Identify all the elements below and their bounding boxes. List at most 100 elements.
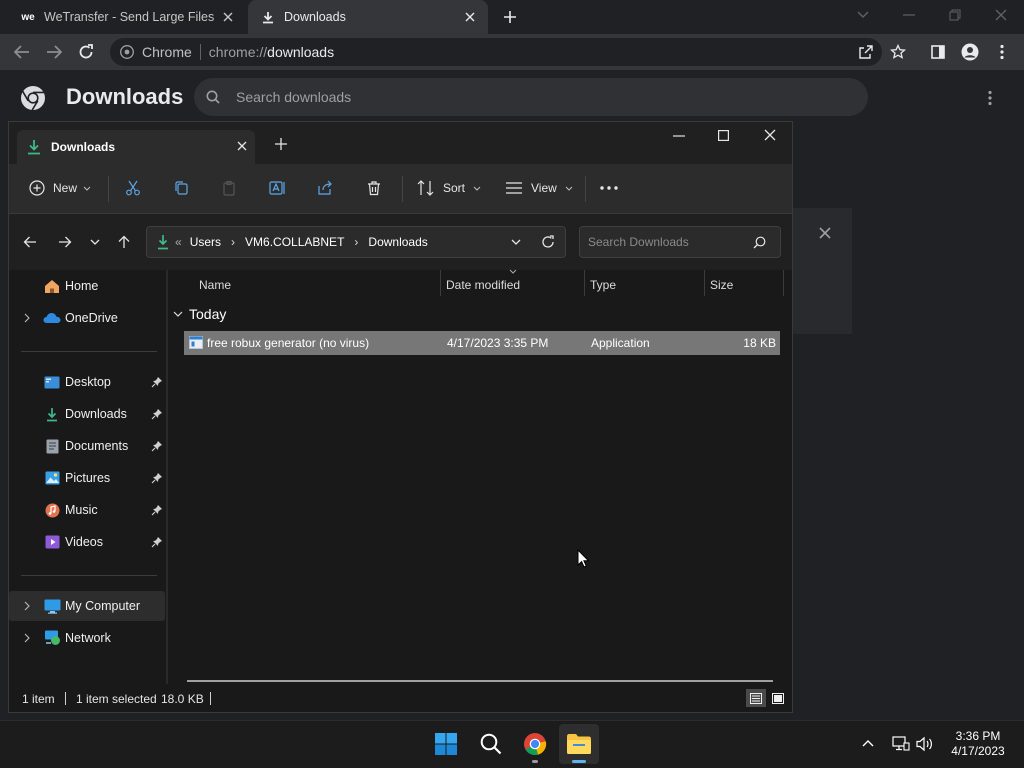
windows-start-icon[interactable] xyxy=(426,724,466,764)
nav-item-music[interactable]: Music xyxy=(9,495,165,525)
maximize-button[interactable] xyxy=(718,130,729,141)
horizontal-scrollbar[interactable] xyxy=(187,680,773,682)
share-icon[interactable] xyxy=(854,40,878,64)
more-options-icon[interactable] xyxy=(600,172,620,204)
chrome-menu-icon[interactable] xyxy=(990,40,1014,64)
forward-icon[interactable] xyxy=(42,40,66,64)
chevron-right-icon[interactable] xyxy=(19,633,35,643)
remove-download-icon[interactable] xyxy=(819,227,831,239)
profile-icon[interactable] xyxy=(958,40,982,64)
close-icon[interactable] xyxy=(216,5,240,29)
nav-label: Documents xyxy=(65,439,129,453)
pane-splitter[interactable] xyxy=(166,270,168,684)
back-icon[interactable] xyxy=(23,236,37,248)
breadcrumb-item[interactable]: Users xyxy=(190,235,221,249)
nav-item-downloads[interactable]: Downloads xyxy=(9,399,165,429)
paste-icon[interactable] xyxy=(221,172,241,204)
nav-item-onedrive[interactable]: OneDrive xyxy=(9,303,165,333)
minimize-button[interactable] xyxy=(673,135,685,137)
group-label: Today xyxy=(189,306,227,322)
chevron-down-icon[interactable] xyxy=(511,239,521,245)
nav-item-videos[interactable]: Videos xyxy=(9,527,165,557)
chrome-taskbar-icon[interactable] xyxy=(515,724,555,764)
column-header-type[interactable]: Type xyxy=(590,273,616,297)
delete-icon[interactable] xyxy=(366,172,386,204)
downloads-menu-icon[interactable] xyxy=(988,90,992,106)
column-header-label: Date modified xyxy=(446,278,521,292)
show-hidden-icons-chevron-icon[interactable] xyxy=(862,739,874,747)
restore-button[interactable] xyxy=(932,0,978,30)
new-button[interactable]: New xyxy=(29,172,91,204)
nav-label: Pictures xyxy=(65,471,111,485)
chrome-tab-downloads[interactable]: Downloads xyxy=(248,0,488,34)
refresh-icon[interactable] xyxy=(541,235,555,249)
pin-icon xyxy=(151,536,163,548)
overflow-chevrons-icon[interactable]: « xyxy=(175,235,182,249)
nav-label: Videos xyxy=(65,535,103,549)
close-window-button[interactable] xyxy=(764,129,776,141)
group-header-today[interactable]: Today xyxy=(173,303,226,325)
search-input[interactable]: Search Downloads xyxy=(579,226,781,258)
cut-icon[interactable] xyxy=(125,172,145,204)
column-header-size[interactable]: Size xyxy=(710,273,733,297)
volume-icon[interactable] xyxy=(916,736,934,752)
table-row[interactable]: free robux generator (no virus) 4/17/202… xyxy=(184,331,780,355)
nav-label: OneDrive xyxy=(65,311,118,325)
tab-search-icon[interactable] xyxy=(840,0,886,30)
sort-icon xyxy=(417,180,435,196)
chrome-tab-wetransfer[interactable]: we WeTransfer - Send Large Files & Share… xyxy=(8,0,246,34)
column-header-label: Name xyxy=(199,278,232,292)
search-icon xyxy=(206,90,220,104)
nav-label: Network xyxy=(65,631,111,645)
breadcrumb-item[interactable]: Downloads xyxy=(368,235,427,249)
minimize-button[interactable] xyxy=(886,0,932,30)
new-tab-icon[interactable] xyxy=(275,138,287,150)
view-button[interactable]: View xyxy=(505,172,573,204)
forward-icon[interactable] xyxy=(58,236,72,248)
tiles-view-icon[interactable] xyxy=(768,689,788,707)
nav-item-home[interactable]: Home xyxy=(9,271,165,301)
nav-item-pictures[interactable]: Pictures xyxy=(9,463,165,493)
breadcrumb-item[interactable]: VM6.COLLABNET xyxy=(245,235,344,249)
close-icon[interactable] xyxy=(458,5,482,29)
reload-icon[interactable] xyxy=(74,40,98,64)
view-list-icon xyxy=(505,181,523,195)
back-icon[interactable] xyxy=(10,40,34,64)
share-icon[interactable] xyxy=(317,172,337,204)
pictures-icon xyxy=(43,470,61,486)
bookmark-star-icon[interactable] xyxy=(886,40,910,64)
search-icon xyxy=(753,236,766,249)
onedrive-cloud-icon xyxy=(43,310,61,326)
file-type: Application xyxy=(591,336,650,350)
up-icon[interactable] xyxy=(118,235,130,249)
address-bar[interactable]: Chrome chrome://downloads xyxy=(110,38,882,66)
copy-icon[interactable] xyxy=(173,172,193,204)
nav-item-my-computer[interactable]: My Computer xyxy=(9,591,165,621)
network-status-icon[interactable] xyxy=(892,736,910,752)
breadcrumb[interactable]: « Users › VM6.COLLABNET › Downloads xyxy=(146,226,566,258)
details-view-icon[interactable] xyxy=(746,689,766,707)
column-header-date[interactable]: Date modified xyxy=(446,273,520,297)
nav-item-documents[interactable]: Documents xyxy=(9,431,165,461)
nav-item-desktop[interactable]: Desktop xyxy=(9,367,165,397)
recent-locations-icon[interactable] xyxy=(90,239,100,245)
chevron-right-icon[interactable] xyxy=(19,601,35,611)
nav-item-network[interactable]: Network xyxy=(9,623,165,653)
explorer-tab-downloads[interactable]: Downloads xyxy=(17,130,255,164)
column-header-name[interactable]: Name xyxy=(199,273,231,297)
close-window-button[interactable] xyxy=(978,0,1024,30)
rename-icon[interactable] xyxy=(269,172,289,204)
downloads-search-input[interactable]: Search downloads xyxy=(194,78,868,116)
chrome-icon xyxy=(120,45,134,59)
status-item-count: 1 item xyxy=(22,692,55,706)
chevron-right-icon[interactable] xyxy=(19,313,35,323)
sort-button[interactable]: Sort xyxy=(417,172,481,204)
taskbar-search-icon[interactable] xyxy=(471,724,511,764)
explorer-tab-title: Downloads xyxy=(51,140,116,154)
side-panel-icon[interactable] xyxy=(926,40,950,64)
taskbar-clock[interactable]: 3:36 PM 4/17/2023 xyxy=(940,729,1016,759)
pin-icon xyxy=(151,408,163,420)
new-tab-button[interactable] xyxy=(498,5,522,29)
file-explorer-taskbar-icon[interactable] xyxy=(559,724,599,764)
close-icon[interactable] xyxy=(237,141,247,151)
